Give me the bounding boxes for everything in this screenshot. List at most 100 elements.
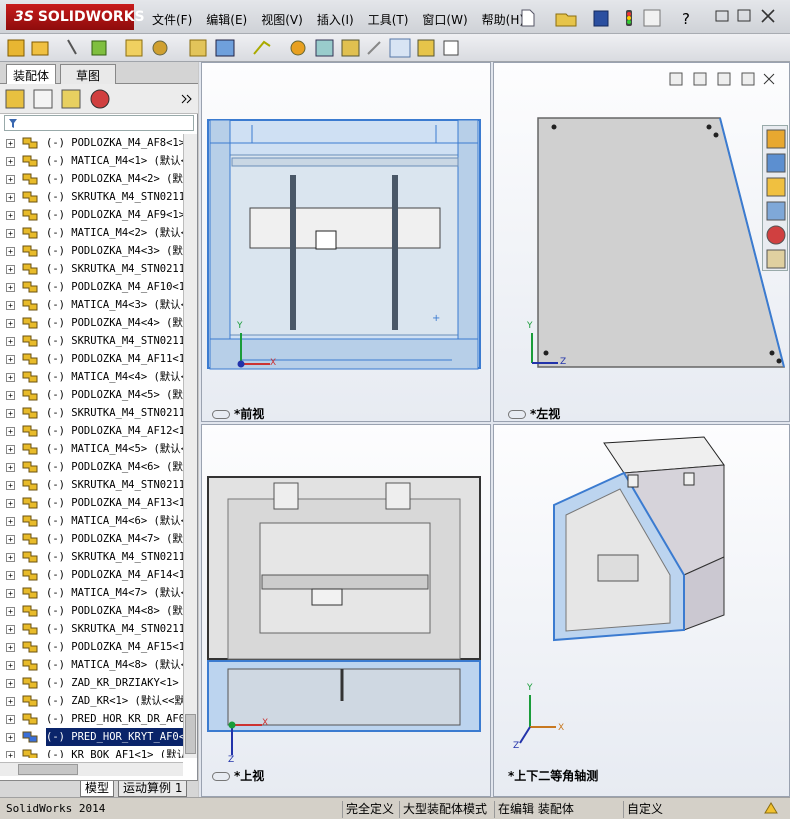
tree-item[interactable]: + (-) PODLOZKA_M4_AF8<1> bbox=[0, 134, 183, 152]
tree-item[interactable]: + (-) MATICA_M4<3> (默认< bbox=[0, 296, 183, 314]
menu-tools[interactable]: 工具(T) bbox=[368, 11, 409, 28]
solidworks-logo[interactable]: 3S SOLIDWORKS bbox=[6, 4, 145, 30]
expand-toggle-icon[interactable]: + bbox=[6, 535, 15, 544]
menu-window[interactable]: 窗口(W) bbox=[422, 11, 467, 28]
help-icon[interactable]: ? bbox=[682, 10, 690, 28]
expand-toggle-icon[interactable]: + bbox=[6, 463, 15, 472]
clearance-verification-icon[interactable] bbox=[367, 41, 381, 55]
custom-properties-icon[interactable] bbox=[766, 249, 786, 269]
new-document-icon[interactable] bbox=[521, 9, 535, 27]
expand-toggle-icon[interactable]: + bbox=[6, 229, 15, 238]
tree-item[interactable]: + (-) PODLOZKA_M4<4> (默认 bbox=[0, 314, 183, 332]
file-explorer-icon[interactable] bbox=[766, 177, 786, 197]
tree-item[interactable]: + (-) PRED_HOR_KR_DR_AF0< bbox=[0, 710, 183, 728]
expand-toggle-icon[interactable]: + bbox=[6, 193, 15, 202]
open-icon[interactable] bbox=[31, 41, 49, 56]
tree-item[interactable]: + (-) MATICA_M4<2> (默认< bbox=[0, 224, 183, 242]
expand-toggle-icon[interactable]: + bbox=[6, 301, 15, 310]
exploded-view-icon[interactable] bbox=[315, 39, 334, 57]
tree-item[interactable]: + (-) SKRUTKA_M4_STN02114 bbox=[0, 188, 183, 206]
view-palette-icon[interactable] bbox=[766, 201, 786, 221]
expand-toggle-icon[interactable]: + bbox=[6, 427, 15, 436]
left-view-pane[interactable]: Y Z *左视 bbox=[493, 62, 790, 422]
expand-toggle-icon[interactable]: + bbox=[6, 679, 15, 688]
expand-toggle-icon[interactable]: + bbox=[6, 139, 15, 148]
tree-item[interactable]: + (-) SKRUTKA_M4_STN02114 bbox=[0, 404, 183, 422]
expand-toggle-icon[interactable]: + bbox=[6, 571, 15, 580]
expand-toggle-icon[interactable]: + bbox=[6, 499, 15, 508]
reference-geometry-icon[interactable] bbox=[253, 40, 271, 55]
tab-assembly[interactable]: 装配体 bbox=[6, 64, 57, 84]
expand-toggle-icon[interactable]: + bbox=[6, 247, 15, 256]
tree-item[interactable]: + (-) PODLOZKA_M4_AF14<1> bbox=[0, 566, 183, 584]
save-icon[interactable] bbox=[593, 10, 609, 27]
tree-item[interactable]: + (-) MATICA_M4<7> (默认< bbox=[0, 584, 183, 602]
tree-item[interactable]: + (-) PODLOZKA_M4_AF13<1> bbox=[0, 494, 183, 512]
tree-item[interactable]: + (-) PODLOZKA_M4<3> (默认 bbox=[0, 242, 183, 260]
paperclip-icon[interactable] bbox=[67, 39, 77, 55]
tab-model[interactable]: 模型 bbox=[80, 781, 115, 797]
expand-toggle-icon[interactable]: + bbox=[6, 445, 15, 454]
tree-item[interactable]: + (-) PODLOZKA_M4_AF11<1> bbox=[0, 350, 183, 368]
tree-item[interactable]: + (-) PODLOZKA_M4<5> (默认 bbox=[0, 386, 183, 404]
front-view-pane[interactable]: + Y X *前视 bbox=[201, 62, 491, 422]
expand-toggle-icon[interactable]: + bbox=[6, 337, 15, 346]
minimize-icon[interactable] bbox=[715, 10, 729, 22]
menu-view[interactable]: 视图(V) bbox=[261, 11, 303, 28]
tree-item[interactable]: + (-) SKRUTKA_M4_STN02114 bbox=[0, 620, 183, 638]
tree-item[interactable]: + (-) PODLOZKA_M4_AF10<1> bbox=[0, 278, 183, 296]
display-manager-icon[interactable] bbox=[90, 89, 110, 109]
menu-edit[interactable]: 编辑(E) bbox=[206, 11, 247, 28]
tree-horizontal-scrollbar[interactable] bbox=[0, 762, 183, 776]
tree-filter[interactable] bbox=[4, 115, 194, 131]
tree-item[interactable]: + (-) PODLOZKA_M4_AF9<1> bbox=[0, 206, 183, 224]
expand-toggle-icon[interactable]: + bbox=[6, 733, 15, 742]
component-pattern-icon[interactable] bbox=[125, 39, 143, 57]
rebuild-status-icon[interactable] bbox=[760, 801, 782, 818]
split-horizontal-icon[interactable] bbox=[693, 72, 707, 86]
restore-icon[interactable] bbox=[737, 9, 751, 22]
design-library-icon[interactable] bbox=[766, 153, 786, 173]
tree-item[interactable]: + (-) PODLOZKA_M4<2> (默认 bbox=[0, 170, 183, 188]
tab-motion-study[interactable]: 运动算例 1 bbox=[118, 781, 188, 797]
expand-toggle-icon[interactable]: + bbox=[6, 319, 15, 328]
move-component-icon[interactable] bbox=[189, 39, 207, 57]
tree-item[interactable]: + (-) KR_BOK_AF1<1> (默认 bbox=[0, 746, 183, 758]
expand-toggle-icon[interactable]: + bbox=[6, 175, 15, 184]
options-icon[interactable] bbox=[643, 9, 661, 27]
expand-toggle-icon[interactable]: + bbox=[6, 697, 15, 706]
expand-toggle-icon[interactable]: + bbox=[6, 157, 15, 166]
tree-item[interactable]: + (-) ZAD_KR<1> (默认<<默 bbox=[0, 692, 183, 710]
split-vertical-icon[interactable] bbox=[669, 72, 683, 86]
tree-item[interactable]: + (-) MATICA_M4<5> (默认< bbox=[0, 440, 183, 458]
tree-item[interactable]: + (-) SKRUTKA_M4_STN02114 bbox=[0, 332, 183, 350]
smart-fastener-icon[interactable] bbox=[152, 40, 168, 56]
expand-toggle-icon[interactable]: + bbox=[6, 355, 15, 364]
expand-toggle-icon[interactable]: + bbox=[6, 265, 15, 274]
tree-item[interactable]: + (-) PRED_HOR_KRYT_AF0<1 bbox=[0, 728, 183, 746]
expand-toggle-icon[interactable]: + bbox=[6, 589, 15, 598]
property-manager-icon[interactable] bbox=[33, 89, 53, 109]
tree-item[interactable]: + (-) MATICA_M4<8> (默认< bbox=[0, 656, 183, 674]
tree-item[interactable]: + (-) MATICA_M4<4> (默认< bbox=[0, 368, 183, 386]
expand-toggle-icon[interactable]: + bbox=[6, 715, 15, 724]
expand-toggle-icon[interactable]: + bbox=[6, 391, 15, 400]
expand-toggle-icon[interactable]: + bbox=[6, 643, 15, 652]
iso-view-pane[interactable]: Y X Z *上下二等角轴测 bbox=[493, 424, 790, 797]
assembly-features-icon[interactable] bbox=[215, 39, 235, 57]
top-view-pane[interactable]: X Z *上视 bbox=[201, 424, 491, 797]
expand-toggle-icon[interactable]: + bbox=[6, 751, 15, 758]
expand-toggle-icon[interactable]: + bbox=[6, 283, 15, 292]
expand-toggle-icon[interactable]: + bbox=[6, 517, 15, 526]
close-icon[interactable] bbox=[761, 9, 775, 23]
expand-toggle-icon[interactable]: + bbox=[6, 373, 15, 382]
tree-item[interactable]: + (-) PODLOZKA_M4<6> (默认 bbox=[0, 458, 183, 476]
tree-item[interactable]: + (-) ZAD_KR_DRZIAKY<1> ( bbox=[0, 674, 183, 692]
expand-toggle-icon[interactable]: + bbox=[6, 625, 15, 634]
mate-icon[interactable] bbox=[91, 40, 107, 56]
tab-sketch[interactable]: 草图 bbox=[60, 64, 116, 84]
tree-item[interactable]: + (-) SKRUTKA_M4_STN02114 bbox=[0, 260, 183, 278]
home-icon[interactable] bbox=[766, 129, 786, 149]
new-part-icon[interactable] bbox=[7, 39, 25, 57]
tree-item[interactable]: + (-) PODLOZKA_M4<8> (默认 bbox=[0, 602, 183, 620]
